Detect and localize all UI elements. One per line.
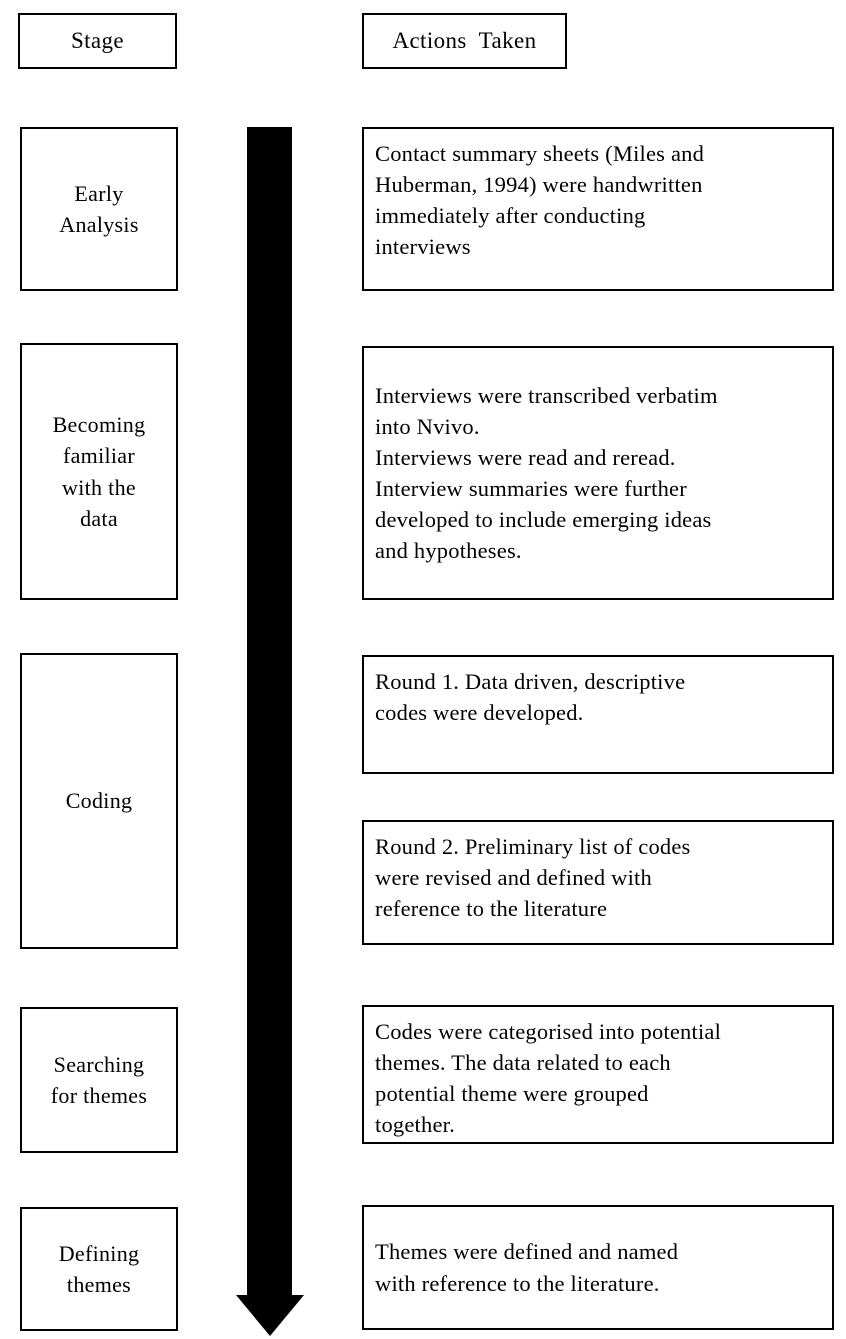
stage-box-becoming-familiar: Becoming familiar with the data [20,343,178,600]
stage-label-becoming-familiar: Becoming familiar with the data [52,412,146,531]
action-box-coding-round-2: Round 2. Preliminary list of codes were … [362,820,834,945]
action-box-becoming-familiar: Interviews were transcribed verbatim int… [362,346,834,600]
process-arrow-shaft [247,127,292,1297]
stage-box-coding: Coding [20,653,178,949]
stage-box-early-analysis: Early Analysis [20,127,178,291]
action-box-early-analysis: Contact summary sheets (Miles and Huberm… [362,127,834,291]
action-text-becoming-familiar: Interviews were transcribed verbatim int… [375,382,718,564]
stage-column-header-label: Stage [70,28,125,54]
action-box-defining-themes: Themes were defined and named with refer… [362,1205,834,1330]
stage-label-searching-for-themes: Searching for themes [50,1051,148,1108]
stage-box-searching-for-themes: Searching for themes [20,1007,178,1153]
action-text-early-analysis: Contact summary sheets (Miles and Huberm… [375,141,705,260]
action-text-defining-themes: Themes were defined and named with refer… [375,1239,679,1296]
actions-column-header-label: Actions Taken [392,28,537,54]
action-box-searching-for-themes: Codes were categorised into potential th… [362,1005,834,1144]
stage-label-coding: Coding [65,788,133,814]
actions-column-header-box: Actions Taken [362,13,567,69]
action-box-coding-round-1: Round 1. Data driven, descriptive codes … [362,655,834,774]
action-text-coding-round-1: Round 1. Data driven, descriptive codes … [375,669,686,726]
action-text-searching-for-themes: Codes were categorised into potential th… [375,1019,722,1138]
thematic-analysis-flow-diagram: Stage Actions Taken Early Analysis Becom… [0,0,846,1339]
stage-label-early-analysis: Early Analysis [59,180,139,237]
stage-column-header-box: Stage [18,13,177,69]
process-arrow-head-icon [236,1295,304,1336]
action-text-coding-round-2: Round 2. Preliminary list of codes were … [375,834,691,922]
stage-box-defining-themes: Defining themes [20,1207,178,1331]
stage-label-defining-themes: Defining themes [58,1240,140,1297]
